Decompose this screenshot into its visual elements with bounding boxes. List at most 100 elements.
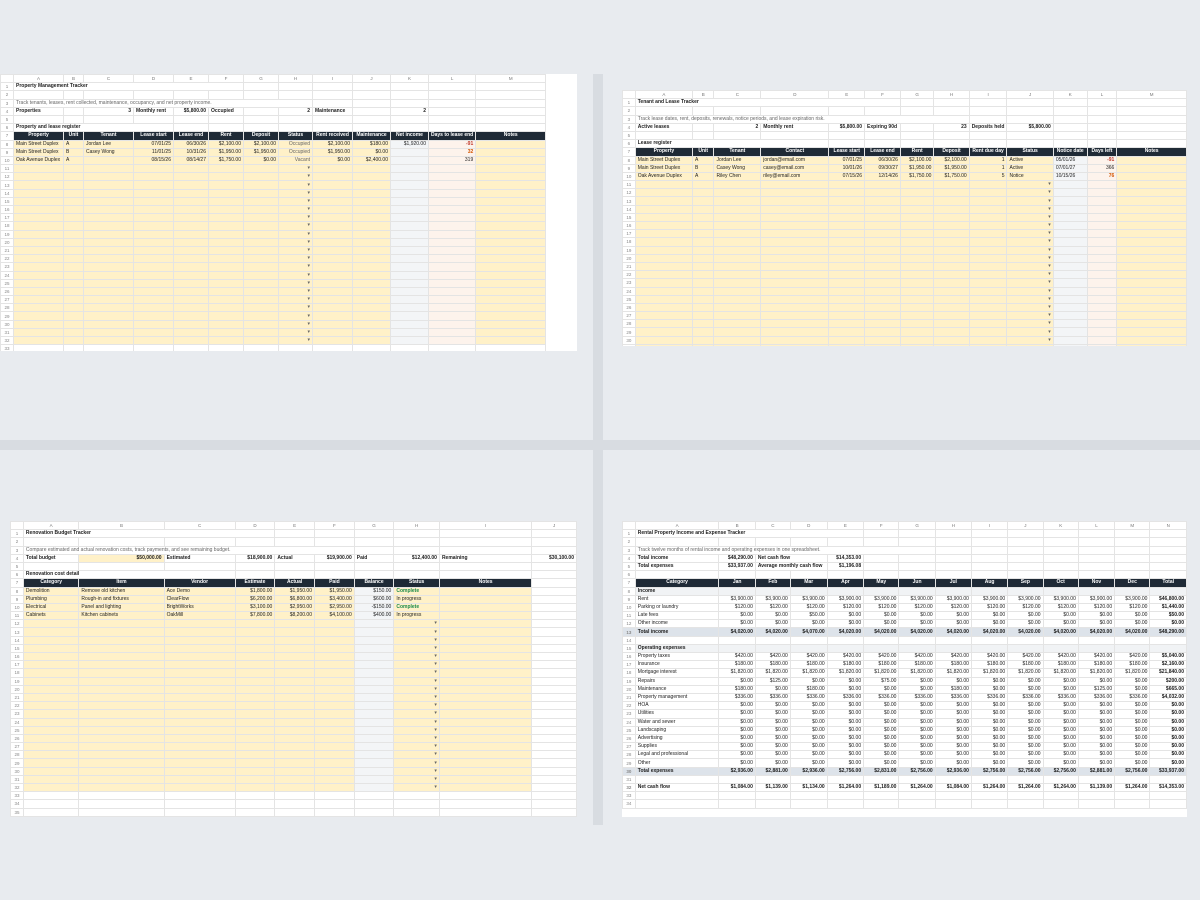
data-cell[interactable]: $0.00 <box>898 684 936 694</box>
empty-cell[interactable] <box>475 196 547 207</box>
empty-cell[interactable] <box>634 294 694 304</box>
data-cell[interactable]: $336.00 <box>934 692 972 703</box>
empty-cell[interactable] <box>826 643 865 654</box>
empty-cell[interactable] <box>899 188 935 198</box>
empty-cell[interactable] <box>713 188 762 198</box>
column-letter[interactable]: L <box>1086 90 1118 100</box>
data-cell[interactable]: $2,100.00 <box>243 139 279 149</box>
empty-cell[interactable] <box>634 106 694 116</box>
column-header[interactable]: Status <box>278 131 313 141</box>
empty-cell[interactable] <box>968 335 1008 345</box>
data-cell[interactable]: A <box>63 139 84 149</box>
empty-cell[interactable] <box>1086 114 1118 124</box>
empty-cell[interactable] <box>1116 335 1187 345</box>
data-cell[interactable]: $1,950.00 <box>312 147 353 157</box>
empty-cell[interactable] <box>1116 294 1187 304</box>
row-number[interactable]: 11 <box>622 611 636 621</box>
empty-cell[interactable] <box>1007 635 1044 645</box>
empty-cell[interactable] <box>899 180 935 190</box>
empty-cell[interactable] <box>274 651 315 662</box>
empty-cell[interactable] <box>828 106 866 116</box>
empty-cell[interactable] <box>312 319 353 329</box>
empty-cell[interactable] <box>968 245 1008 255</box>
empty-cell[interactable] <box>1077 643 1116 654</box>
column-letter[interactable]: M <box>1116 90 1187 100</box>
column-letter[interactable]: I <box>970 521 1009 531</box>
empty-cell[interactable] <box>692 343 715 346</box>
empty-cell[interactable] <box>63 221 84 231</box>
data-cell[interactable]: 11/01/25 <box>133 147 174 157</box>
empty-cell[interactable] <box>133 229 174 239</box>
column-letter[interactable]: I <box>438 521 533 531</box>
empty-cell[interactable] <box>531 611 577 621</box>
tenant-lease-sheet[interactable]: A B C D E F G H I J K L M 1 Tenant and Lease Tracker 2 3… <box>622 90 1187 346</box>
column-letter[interactable]: H <box>278 74 313 84</box>
row-number[interactable]: 13 <box>10 627 24 637</box>
data-cell[interactable]: $2,936.00 <box>718 766 756 776</box>
data-cell[interactable]: $3,100.00 <box>234 602 276 613</box>
empty-cell[interactable] <box>634 245 694 255</box>
row-number[interactable]: 12 <box>622 619 636 629</box>
empty-cell[interactable] <box>863 643 900 654</box>
status-dropdown[interactable]: In progress <box>393 611 440 621</box>
empty-cell[interactable] <box>475 114 547 125</box>
empty-cell[interactable] <box>173 327 209 338</box>
row-number[interactable]: 3 <box>622 545 636 555</box>
empty-cell[interactable] <box>634 570 720 580</box>
empty-cell[interactable] <box>427 98 477 108</box>
data-cell[interactable]: $2,881.00 <box>1077 766 1116 776</box>
sheet-subtitle[interactable]: Track lease dates, rent, deposits, renew… <box>634 114 970 124</box>
data-cell[interactable]: $4,020.00 <box>1077 627 1116 637</box>
empty-cell[interactable] <box>13 311 64 321</box>
empty-cell[interactable] <box>13 254 64 264</box>
empty-cell[interactable] <box>352 278 391 288</box>
empty-cell[interactable] <box>243 262 279 272</box>
empty-cell[interactable] <box>828 311 866 321</box>
empty-cell[interactable] <box>933 106 970 116</box>
empty-cell[interactable] <box>234 733 276 744</box>
empty-cell[interactable] <box>1007 791 1044 801</box>
empty-cell[interactable] <box>234 570 276 580</box>
empty-cell[interactable] <box>475 254 547 264</box>
empty-cell[interactable] <box>353 651 395 662</box>
data-cell[interactable]: $2,756.00 <box>1114 766 1151 776</box>
empty-cell[interactable] <box>208 237 244 247</box>
empty-cell[interactable] <box>1052 343 1088 346</box>
empty-cell[interactable] <box>692 278 715 288</box>
status-dropdown[interactable]: ▾ <box>393 627 440 637</box>
empty-cell[interactable] <box>1086 245 1118 255</box>
data-cell[interactable]: $50.00 <box>1149 611 1187 621</box>
empty-cell[interactable] <box>1007 570 1044 580</box>
empty-cell[interactable] <box>1052 220 1088 231</box>
data-cell[interactable]: Remove old kitchen <box>78 586 165 596</box>
row-number[interactable]: 28 <box>0 303 14 313</box>
empty-cell[interactable] <box>208 196 244 207</box>
empty-cell[interactable] <box>760 294 830 304</box>
row-number[interactable]: 8 <box>622 586 636 596</box>
empty-cell[interactable] <box>63 254 84 264</box>
empty-cell[interactable] <box>760 220 830 231</box>
empty-cell[interactable] <box>390 278 429 288</box>
empty-cell[interactable] <box>933 302 970 313</box>
sheet-title[interactable]: Tenant and Lease Tracker <box>634 98 901 108</box>
empty-cell[interactable] <box>1116 188 1187 198</box>
empty-cell[interactable] <box>312 180 353 190</box>
empty-cell[interactable] <box>83 204 134 215</box>
status-dropdown[interactable]: ▾ <box>278 188 313 198</box>
row-number[interactable]: 29 <box>10 758 24 768</box>
empty-cell[interactable] <box>1052 229 1088 239</box>
status-dropdown[interactable]: ▾ <box>1006 180 1054 190</box>
empty-cell[interactable] <box>352 90 391 100</box>
empty-cell[interactable] <box>208 213 244 223</box>
data-cell[interactable]: $0.00 <box>863 725 900 735</box>
data-cell[interactable]: $0.00 <box>1042 684 1079 694</box>
empty-cell[interactable] <box>274 791 315 801</box>
empty-cell[interactable] <box>173 229 209 239</box>
data-cell[interactable]: Mortgage interest <box>634 668 720 678</box>
row-number[interactable]: 25 <box>10 725 24 735</box>
column-letter[interactable]: G <box>898 521 936 531</box>
empty-cell[interactable] <box>1116 114 1187 124</box>
empty-cell[interactable] <box>13 229 64 239</box>
empty-cell[interactable] <box>133 270 174 280</box>
column-letter[interactable]: D <box>789 521 828 531</box>
